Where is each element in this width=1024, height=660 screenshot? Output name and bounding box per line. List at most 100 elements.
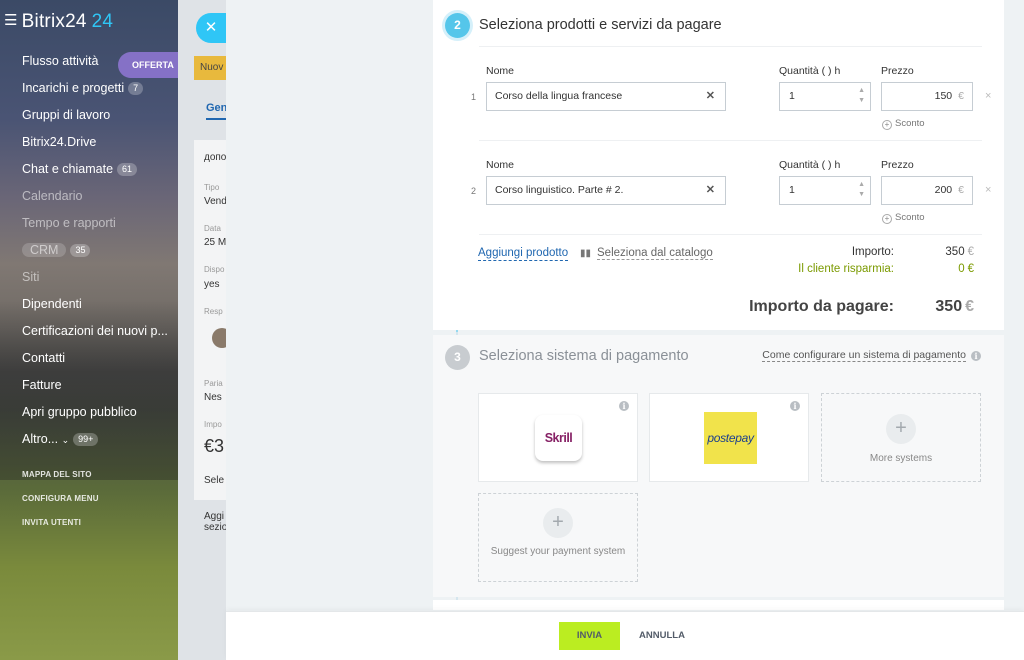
- product-row: 1 Nome Quantità ( ) h Prezzo Corso della…: [471, 65, 991, 145]
- cancel-button[interactable]: ANNULLA: [630, 622, 694, 650]
- label-name: Nome: [486, 65, 515, 77]
- add-discount-link[interactable]: + Sconto: [882, 212, 925, 224]
- clear-icon[interactable]: ✕: [706, 83, 715, 110]
- invite-users-link[interactable]: INVITA UTENTI: [22, 518, 99, 542]
- bg-text: yes: [204, 279, 220, 290]
- product-name-field[interactable]: Corso linguistico. Parte # 2. ✕: [486, 176, 726, 205]
- stepper-arrows-icon[interactable]: ▲ ▼: [858, 180, 865, 200]
- sidebar-item-contacts[interactable]: Contatti: [22, 349, 178, 376]
- send-button[interactable]: INVIA: [559, 622, 620, 650]
- close-slider-button[interactable]: ✕: [196, 13, 226, 43]
- sidebar-item-label: Fatture: [22, 378, 62, 392]
- sitemap-link[interactable]: MAPPA DEL SITO: [22, 470, 99, 494]
- label-quantity: Quantità ( ) h: [779, 159, 841, 171]
- suggest-system-label: Suggest your payment system: [490, 546, 626, 557]
- row-index: 2: [471, 186, 477, 196]
- sidebar-nav: Flusso attività Incarichi e progetti 7 Gr…: [22, 52, 178, 457]
- slider-footer: INVIA ANNULLA: [226, 611, 1024, 660]
- currency-symbol: €: [967, 263, 974, 275]
- savings-label: Il cliente risparmia:: [798, 263, 894, 275]
- payment-tile-skrill[interactable]: i Skrill: [478, 393, 638, 482]
- section-products: 2 Seleziona prodotti e servizi da pagare…: [433, 0, 1004, 330]
- currency-symbol: €: [967, 246, 974, 258]
- row-index: 1: [471, 92, 477, 102]
- sidebar-item-label: CRM: [22, 243, 67, 257]
- sidebar-item-label: Contatti: [22, 351, 66, 365]
- label-name: Nome: [486, 159, 515, 171]
- sidebar-item-label: Altro...: [22, 432, 59, 446]
- step-number-2: 2: [445, 13, 470, 38]
- delete-row-icon[interactable]: ×: [985, 90, 991, 102]
- price-field[interactable]: 150 €: [881, 82, 973, 111]
- payment-tile-postepay[interactable]: i postepay: [649, 393, 809, 482]
- count-badge: 99+: [73, 433, 99, 446]
- discount-label: Sconto: [895, 118, 925, 129]
- currency-symbol: €: [965, 298, 974, 315]
- delete-row-icon[interactable]: ×: [985, 184, 991, 196]
- bg-text: 25 M: [204, 237, 226, 248]
- catalog-label: Seleziona dal catalogo: [597, 247, 713, 260]
- label-price: Prezzo: [881, 159, 914, 171]
- divider: [479, 234, 982, 235]
- sidebar-item-label: Incarichi e progetti: [22, 81, 125, 95]
- sidebar-item-workgroups[interactable]: Gruppi di lavoro: [22, 106, 178, 133]
- sidebar-item-tasks[interactable]: Incarichi e progetti 7: [22, 79, 178, 106]
- product-name-value: Corso linguistico. Parte # 2.: [495, 184, 624, 196]
- more-systems-tile[interactable]: + More systems: [821, 393, 981, 482]
- tab-general[interactable]: Gen: [206, 102, 226, 114]
- product-row: 2 Nome Quantità ( ) h Prezzo Corso lingu…: [471, 159, 991, 239]
- bg-text: Nes: [204, 392, 222, 403]
- bg-label: Data: [204, 224, 221, 233]
- savings-row: Il cliente risparmia: 0 €: [734, 263, 974, 275]
- sidebar-footer-links: MAPPA DEL SITO CONFIGURA MENU INVITA UTE…: [22, 470, 99, 542]
- total-row: Importo da pagare: 350 €: [674, 298, 974, 316]
- section-payment-system: 3 Seleziona sistema di pagamento Come co…: [433, 335, 1004, 597]
- sidebar-item-label: Tempo e rapporti: [22, 216, 116, 230]
- sidebar-item-label: Gruppi di lavoro: [22, 108, 111, 122]
- sidebar-item-calendar[interactable]: Calendario: [22, 187, 178, 214]
- stepper-arrows-icon[interactable]: ▲ ▼: [858, 86, 865, 106]
- divider: [479, 46, 982, 47]
- sidebar-item-crm[interactable]: CRM 35: [22, 241, 178, 268]
- sidebar-item-label: Calendario: [22, 189, 83, 203]
- sidebar-item-more[interactable]: Altro... ⌄ 99+: [22, 430, 178, 457]
- info-icon[interactable]: i: [971, 351, 981, 361]
- sidebar-item-time-reports[interactable]: Tempo e rapporti: [22, 214, 178, 241]
- section-title: Seleziona prodotti e servizi da pagare: [479, 17, 722, 33]
- sidebar-item-label: Apri gruppo pubblico: [22, 405, 137, 419]
- info-icon[interactable]: i: [790, 401, 800, 411]
- price-field[interactable]: 200 €: [881, 176, 973, 205]
- more-systems-label: More systems: [869, 453, 933, 464]
- configure-menu-link[interactable]: CONFIGURA MENU: [22, 494, 99, 518]
- sidebar-item-invoices[interactable]: Fatture: [22, 376, 178, 403]
- sidebar-item-public-group[interactable]: Apri gruppo pubblico: [22, 403, 178, 430]
- sidebar-item-activity-stream[interactable]: Flusso attività: [22, 52, 178, 79]
- new-button[interactable]: Nuov: [194, 56, 226, 80]
- amount-value: 350: [945, 246, 965, 258]
- info-icon[interactable]: i: [619, 401, 629, 411]
- sidebar-item-sites[interactable]: Siti: [22, 268, 178, 295]
- clear-icon[interactable]: ✕: [706, 177, 715, 204]
- count-badge: 61: [117, 163, 138, 176]
- quantity-stepper[interactable]: 1 ▲ ▼: [779, 176, 871, 205]
- close-icon: ✕: [204, 19, 218, 36]
- sidebar-item-certifications[interactable]: Certificazioni dei nuovi p...: [22, 322, 178, 349]
- suggest-system-tile[interactable]: + Suggest your payment system: [478, 493, 638, 582]
- select-from-catalog-link[interactable]: ▮▮ Seleziona dal catalogo: [580, 246, 713, 261]
- menu-burger-icon[interactable]: ☰: [4, 12, 18, 29]
- savings-value: 0: [958, 263, 965, 275]
- label-quantity: Quantità ( ) h: [779, 65, 841, 77]
- sidebar-item-chat[interactable]: Chat e chiamate 61: [22, 160, 178, 187]
- quantity-stepper[interactable]: 1 ▲ ▼: [779, 82, 871, 111]
- label-price: Prezzo: [881, 65, 914, 77]
- sidebar-item-employees[interactable]: Dipendenti: [22, 295, 178, 322]
- add-discount-link[interactable]: + Sconto: [882, 118, 925, 130]
- howto-configure-link[interactable]: Come configurare un sistema di pagamento…: [762, 349, 981, 362]
- tab-underline: [206, 118, 226, 120]
- count-badge: 7: [128, 82, 144, 95]
- add-product-link[interactable]: Aggiungi prodotto: [478, 246, 569, 261]
- logo[interactable]: ☰ Bitrix24 24: [4, 11, 113, 33]
- sidebar-item-drive[interactable]: Bitrix24.Drive: [22, 133, 178, 160]
- quantity-value: 1: [789, 90, 795, 102]
- product-name-field[interactable]: Corso della lingua francese ✕: [486, 82, 726, 111]
